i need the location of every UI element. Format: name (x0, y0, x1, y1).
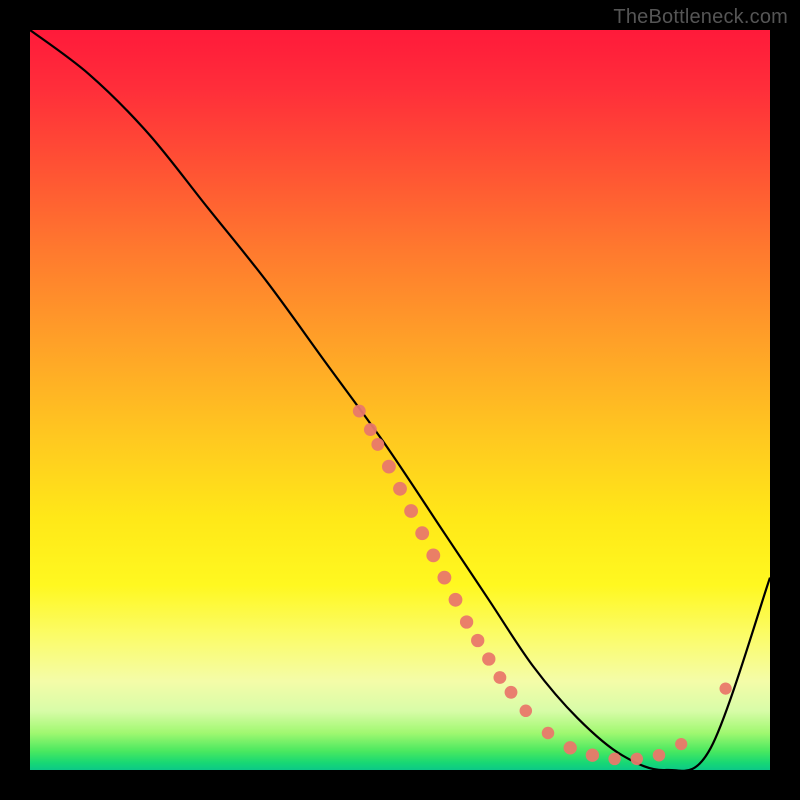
data-point (460, 615, 473, 628)
data-point (437, 571, 451, 585)
data-point (586, 749, 599, 762)
data-point (471, 634, 484, 647)
data-point (426, 548, 440, 562)
data-point (653, 749, 666, 762)
curve-group (30, 30, 770, 770)
data-point (371, 438, 384, 451)
plot-area (30, 30, 770, 770)
data-point (631, 753, 644, 766)
bottleneck-curve (30, 30, 770, 770)
data-point (608, 753, 621, 766)
data-point (415, 526, 429, 540)
chart-container: TheBottleneck.com (0, 0, 800, 800)
data-point (505, 686, 518, 699)
data-point (382, 460, 396, 474)
data-point (353, 405, 366, 418)
data-point (542, 727, 555, 740)
curve-svg (30, 30, 770, 770)
data-point (449, 593, 463, 607)
data-point (404, 504, 418, 518)
data-point (520, 705, 533, 718)
marker-group (353, 405, 732, 765)
data-point (564, 741, 577, 754)
data-point (720, 683, 732, 695)
data-point (482, 652, 495, 665)
data-point (364, 423, 377, 436)
data-point (493, 671, 506, 684)
data-point (675, 738, 687, 750)
watermark-label: TheBottleneck.com (613, 6, 788, 29)
data-point (393, 482, 407, 496)
